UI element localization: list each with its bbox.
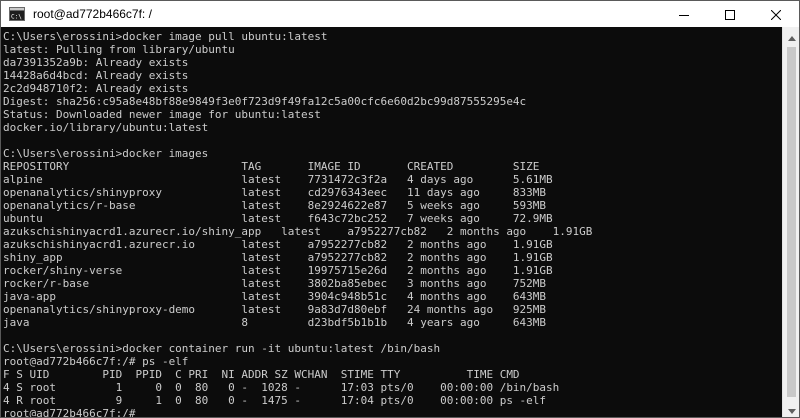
terminal-line: alpine latest 7731472c3f2a 4 days ago 5.… [3, 173, 553, 186]
title-bar[interactable]: C:\ root@ad772b466c7f: / [1, 1, 799, 27]
terminal-output[interactable]: C:\Users\erossini>docker image pull ubun… [1, 27, 783, 417]
terminal-line: azukschishinyacrd1.azurecr.io/shiny_app … [3, 225, 593, 238]
terminal-line: shiny_app latest a7952277cb82 2 months a… [3, 251, 553, 264]
minimize-icon [679, 5, 689, 24]
scroll-up-button[interactable] [783, 26, 799, 45]
terminal-line: Status: Downloaded newer image for ubunt… [3, 108, 321, 121]
terminal-line: java 8 d23bdf5b1b1b 4 years ago 643MB [3, 316, 547, 329]
window-title: root@ad772b466c7f: / [33, 7, 152, 21]
terminal-line: openanalytics/shinyproxy-demo latest 9a8… [3, 303, 547, 316]
terminal-line: REPOSITORY TAG IMAGE ID CREATED SIZE [3, 160, 540, 173]
close-icon [770, 5, 782, 24]
terminal-line: Digest: sha256:c95a8e48bf88e9849f3e0f723… [3, 95, 527, 108]
terminal-line: docker.io/library/ubuntu:latest [3, 121, 209, 134]
terminal-line: da7391352a9b: Already exists [3, 56, 189, 69]
terminal-line: rocker/r-base latest 3802ba85ebec 3 mont… [3, 277, 547, 290]
terminal-line: rocker/shiny-verse latest 19975715e26d 2… [3, 264, 553, 277]
chevron-down-icon [787, 399, 796, 417]
terminal-line: 2c2d948710f2: Already exists [3, 82, 189, 95]
window-controls [661, 1, 799, 27]
chevron-up-icon [787, 26, 796, 45]
close-button[interactable] [753, 1, 799, 27]
cmd-icon: C:\ [9, 7, 25, 21]
terminal-window: C:\ root@ad772b466c7f: / C:\Users\erossi… [0, 0, 800, 418]
terminal-line: openanalytics/r-base latest 8e2924622e87… [3, 199, 547, 212]
terminal-line: C:\Users\erossini>docker image pull ubun… [3, 30, 328, 43]
maximize-icon [725, 5, 735, 24]
terminal-line: C:\Users\erossini>docker container run -… [3, 342, 441, 355]
terminal-line: F S UID PID PPID C PRI NI ADDR SZ WCHAN … [3, 368, 520, 381]
terminal-line: ubuntu latest f643c72bc252 7 weeks ago 7… [3, 212, 553, 225]
terminal-line: java-app latest 3904c948b51c 4 months ag… [3, 290, 547, 303]
scroll-thumb[interactable] [787, 47, 796, 397]
terminal-line: root@ad772b466c7f:/# [3, 407, 143, 417]
terminal-line: root@ad772b466c7f:/# ps -elf [3, 355, 189, 368]
minimize-button[interactable] [661, 1, 707, 27]
terminal-line: C:\Users\erossini>docker images [3, 147, 209, 160]
maximize-button[interactable] [707, 1, 753, 27]
terminal-line: 4 R root 9 1 0 80 0 - 1475 - 17:04 pts/0… [3, 394, 547, 407]
terminal-line: azukschishinyacrd1.azurecr.io latest a79… [3, 238, 553, 251]
terminal-line: openanalytics/shinyproxy latest cd297634… [3, 186, 547, 199]
terminal-line: latest: Pulling from library/ubuntu [3, 43, 235, 56]
terminal-line: 4 S root 1 0 0 80 0 - 1028 - 17:03 pts/0… [3, 381, 560, 394]
svg-text:C:\: C:\ [11, 14, 22, 21]
terminal-line: 14428a6d4bcd: Already exists [3, 69, 189, 82]
scroll-down-button[interactable] [783, 399, 799, 417]
vertical-scrollbar[interactable] [782, 27, 799, 417]
